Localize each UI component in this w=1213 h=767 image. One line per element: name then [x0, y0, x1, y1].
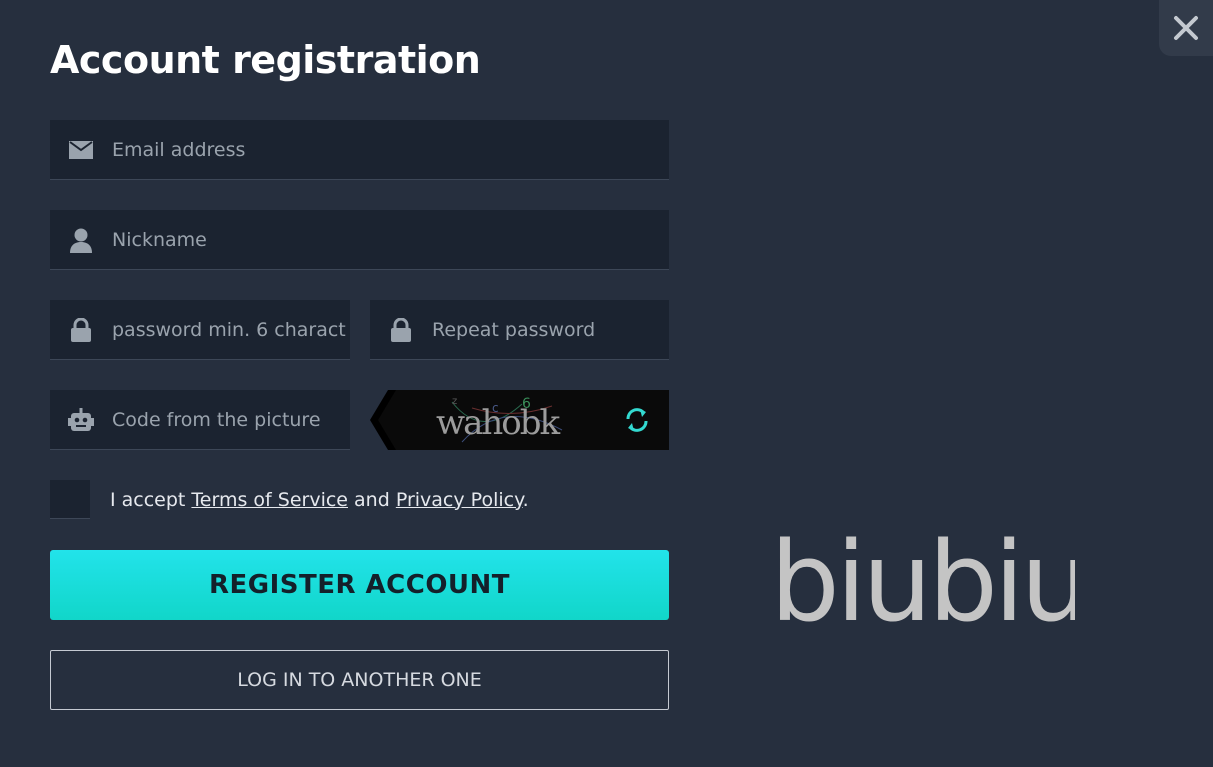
terms-suffix: .: [522, 488, 529, 511]
captcha-text: wahobk: [436, 403, 561, 443]
lock-icon: [370, 300, 432, 359]
refresh-captcha-button[interactable]: [617, 402, 657, 438]
logo-text: biubiu: [770, 520, 1075, 640]
nickname-field-container[interactable]: [50, 210, 669, 270]
email-input[interactable]: [112, 120, 669, 179]
lock-icon: [50, 300, 112, 359]
repeat-password-field-container[interactable]: [370, 300, 669, 360]
user-icon: [50, 210, 112, 269]
captcha-input[interactable]: [112, 390, 350, 449]
password-field-container[interactable]: [50, 300, 350, 360]
password-input[interactable]: [112, 300, 350, 359]
terms-of-service-link[interactable]: Terms of Service: [191, 489, 348, 511]
privacy-policy-link[interactable]: Privacy Policy: [396, 489, 523, 511]
email-field-container[interactable]: [50, 120, 669, 180]
terms-prefix: I accept: [110, 488, 192, 511]
log-in-another-button[interactable]: LOG IN TO ANOTHER ONE: [50, 650, 669, 710]
refresh-icon: [626, 408, 648, 432]
register-account-button[interactable]: REGISTER ACCOUNT: [50, 550, 669, 620]
captcha-image[interactable]: 6 c z wahobk: [392, 390, 612, 450]
envelope-icon: [50, 120, 112, 179]
terms-checkbox[interactable]: [50, 480, 90, 519]
robot-icon: [50, 390, 112, 449]
page-title: Account registration: [50, 38, 481, 82]
captcha-field-container[interactable]: [50, 390, 350, 450]
terms-text: I accept Terms of Service and Privacy Po…: [110, 489, 529, 511]
repeat-password-input[interactable]: [432, 300, 669, 359]
terms-middle: and: [348, 488, 396, 511]
nickname-input[interactable]: [112, 210, 669, 269]
biubiu-logo: biubiu: [770, 520, 1075, 640]
close-button[interactable]: [1159, 0, 1213, 56]
close-icon: [1174, 16, 1198, 40]
captcha-panel: 6 c z wahobk: [370, 390, 669, 450]
terms-row: I accept Terms of Service and Privacy Po…: [50, 480, 529, 519]
